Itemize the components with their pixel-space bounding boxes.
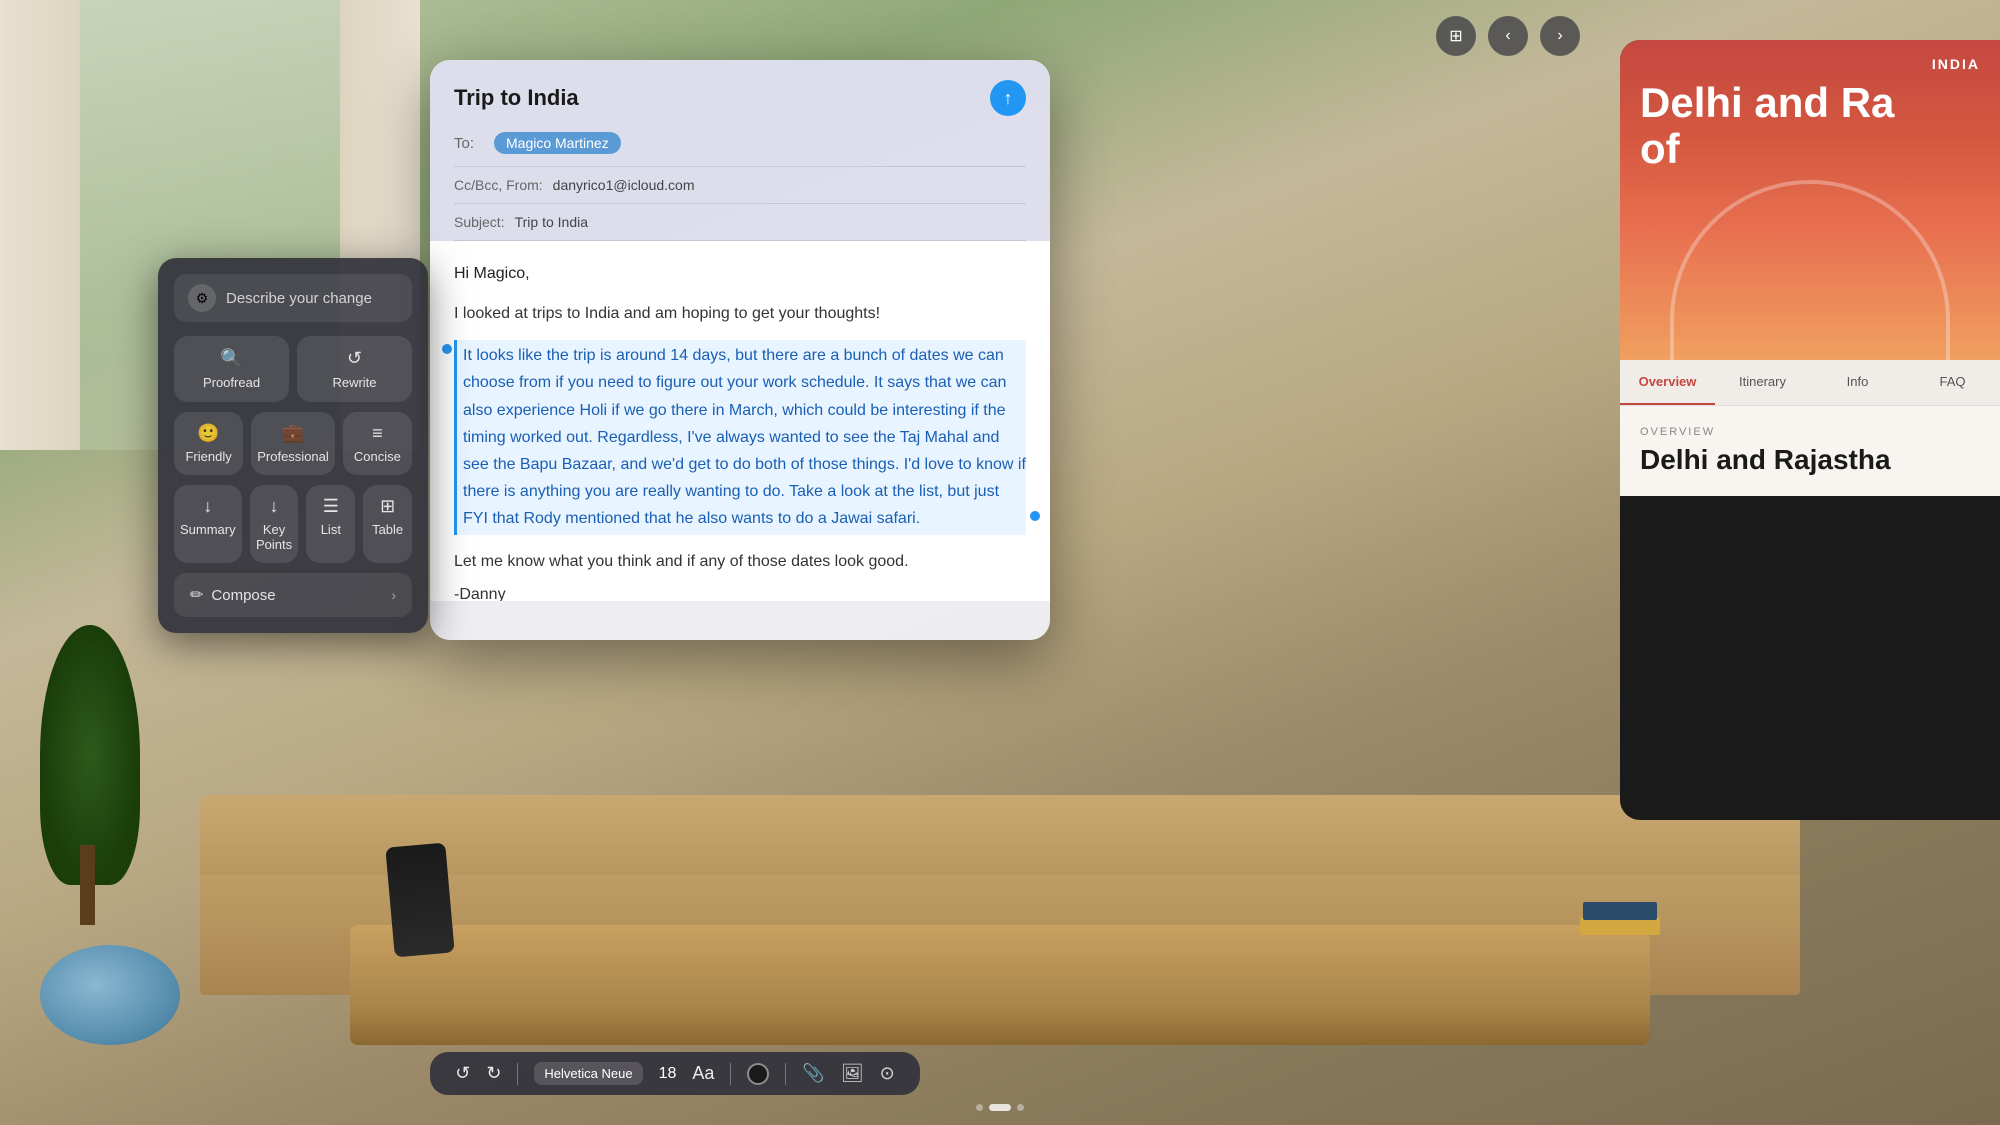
nav-info[interactable]: Info (1810, 360, 1905, 405)
plant (30, 625, 150, 925)
list-label: List (321, 522, 341, 537)
ottoman (40, 945, 180, 1045)
attachment-button[interactable]: 📎 (802, 1063, 824, 1084)
books (1580, 905, 1660, 955)
concise-icon: ≡ (372, 423, 383, 444)
proofread-label: Proofread (203, 375, 260, 390)
india-label: INDIA (1932, 56, 1980, 72)
professional-icon: 💼 (282, 423, 304, 444)
back-control[interactable]: ‹ (1488, 16, 1528, 56)
tone-row: 🙂 Friendly 💼 Professional ≡ Concise (174, 412, 412, 475)
list-button[interactable]: ☰ List (306, 485, 355, 563)
arrow-button[interactable]: ⊙ (880, 1063, 895, 1084)
email-toolbar: ↺ ↻ Helvetica Neue 18 Aa 📎 🖼 ⊙ (430, 1052, 920, 1095)
to-label: To: (454, 135, 484, 152)
curtain-left (0, 0, 80, 450)
cc-label: Cc/Bcc, From: (454, 177, 543, 193)
friendly-icon: 🙂 (197, 423, 219, 444)
format-button[interactable]: Aa (692, 1063, 714, 1084)
email-subject-row: Subject: Trip to India (454, 204, 1026, 241)
key-points-button[interactable]: ↓ Key Points (250, 485, 299, 563)
toolbar-divider-1 (517, 1063, 518, 1085)
proofread-rewrite-row: 🔍 Proofread ↺ Rewrite (174, 336, 412, 402)
grid-control[interactable]: ⊞ (1436, 16, 1476, 56)
format-row: ↓ Summary ↓ Key Points ☰ List ⊞ Table (174, 485, 412, 563)
compose-left: ✏ Compose (190, 585, 276, 605)
table-label: Table (372, 522, 403, 537)
email-to-row: To: Magico Martinez (454, 132, 1026, 167)
rewrite-button[interactable]: ↺ Rewrite (297, 336, 412, 402)
travel-panel: INDIA Delhi and Ra of Overview Itinerary… (1620, 40, 2000, 820)
travel-nav: Overview Itinerary Info FAQ (1620, 360, 2000, 406)
subject-value: Trip to India (515, 214, 588, 230)
summary-button[interactable]: ↓ Summary (174, 485, 242, 563)
nav-itinerary[interactable]: Itinerary (1715, 360, 1810, 405)
professional-label: Professional (257, 449, 329, 464)
table-button[interactable]: ⊞ Table (363, 485, 412, 563)
professional-button[interactable]: 💼 Professional (251, 412, 335, 475)
summary-label: Summary (180, 522, 236, 537)
describe-icon: ⚙ (188, 284, 216, 312)
redo-button[interactable]: ↻ (486, 1063, 501, 1084)
forward-control[interactable]: › (1540, 16, 1580, 56)
email-closing: Let me know what you think and if any of… (454, 549, 1026, 575)
toolbar-divider-3 (785, 1063, 786, 1085)
page-dot-2 (989, 1104, 1011, 1111)
email-title: Trip to India (454, 85, 579, 111)
rewrite-label: Rewrite (332, 375, 376, 390)
proofread-button[interactable]: 🔍 Proofread (174, 336, 289, 402)
list-icon: ☰ (323, 496, 339, 517)
toolbar-divider-2 (730, 1063, 731, 1085)
key-points-label: Key Points (256, 522, 293, 552)
concise-button[interactable]: ≡ Concise (343, 412, 412, 475)
friendly-button[interactable]: 🙂 Friendly (174, 412, 243, 475)
cc-value: danyrico1@icloud.com (553, 177, 695, 193)
compose-icon: ✏ (190, 585, 203, 605)
email-title-row: Trip to India (454, 80, 1026, 116)
travel-content: OVERVIEW Delhi and Rajastha (1620, 406, 2000, 496)
email-body[interactable]: Hi Magico, I looked at trips to India an… (430, 241, 1050, 601)
describe-input[interactable]: ⚙ Describe your change (174, 274, 412, 322)
selected-text: It looks like the trip is around 14 days… (454, 340, 1026, 534)
overview-label: OVERVIEW (1640, 426, 1980, 438)
page-dot-3 (1017, 1104, 1024, 1111)
rewrite-icon: ↺ (347, 348, 362, 369)
email-greeting: Hi Magico, (454, 261, 1026, 287)
compose-chevron: › (391, 587, 396, 603)
concise-label: Concise (354, 449, 401, 464)
photo-button[interactable]: 🖼 (841, 1063, 864, 1084)
arch-decoration (1670, 180, 1950, 360)
color-picker[interactable] (747, 1063, 769, 1085)
travel-title: Delhi and Ra of (1640, 80, 1894, 172)
page-dot-1 (976, 1104, 983, 1111)
travel-header: INDIA Delhi and Ra of (1620, 40, 2000, 360)
describe-placeholder: Describe your change (226, 290, 372, 307)
email-signature: -Danny (454, 582, 1026, 601)
send-button[interactable] (990, 80, 1026, 116)
pagination (976, 1104, 1024, 1111)
summary-icon: ↓ (203, 496, 212, 517)
font-size-button[interactable]: 18 (659, 1065, 677, 1083)
compose-label: Compose (211, 587, 275, 604)
friendly-label: Friendly (185, 449, 231, 464)
email-header: Trip to India To: Magico Martinez Cc/Bcc… (430, 60, 1050, 241)
coffee-table (350, 925, 1650, 1045)
nav-overview[interactable]: Overview (1620, 360, 1715, 405)
travel-content-title: Delhi and Rajastha (1640, 444, 1980, 476)
font-name-button[interactable]: Helvetica Neue (534, 1062, 642, 1085)
email-window: Trip to India To: Magico Martinez Cc/Bcc… (430, 60, 1050, 640)
window-controls: ⊞ ‹ › (1436, 16, 1580, 56)
compose-button[interactable]: ✏ Compose › (174, 573, 412, 617)
phone-on-table (385, 843, 454, 958)
key-points-icon: ↓ (270, 496, 279, 517)
table-icon: ⊞ (380, 496, 395, 517)
email-intro: I looked at trips to India and am hoping… (454, 301, 1026, 327)
proofread-icon: 🔍 (220, 348, 242, 369)
writing-tools-panel: ⚙ Describe your change 🔍 Proofread ↺ Rew… (158, 258, 428, 633)
nav-faq[interactable]: FAQ (1905, 360, 2000, 405)
email-cc-row: Cc/Bcc, From: danyrico1@icloud.com (454, 167, 1026, 204)
subject-label: Subject: (454, 214, 505, 230)
undo-button[interactable]: ↺ (455, 1063, 470, 1084)
recipient-chip[interactable]: Magico Martinez (494, 132, 621, 154)
